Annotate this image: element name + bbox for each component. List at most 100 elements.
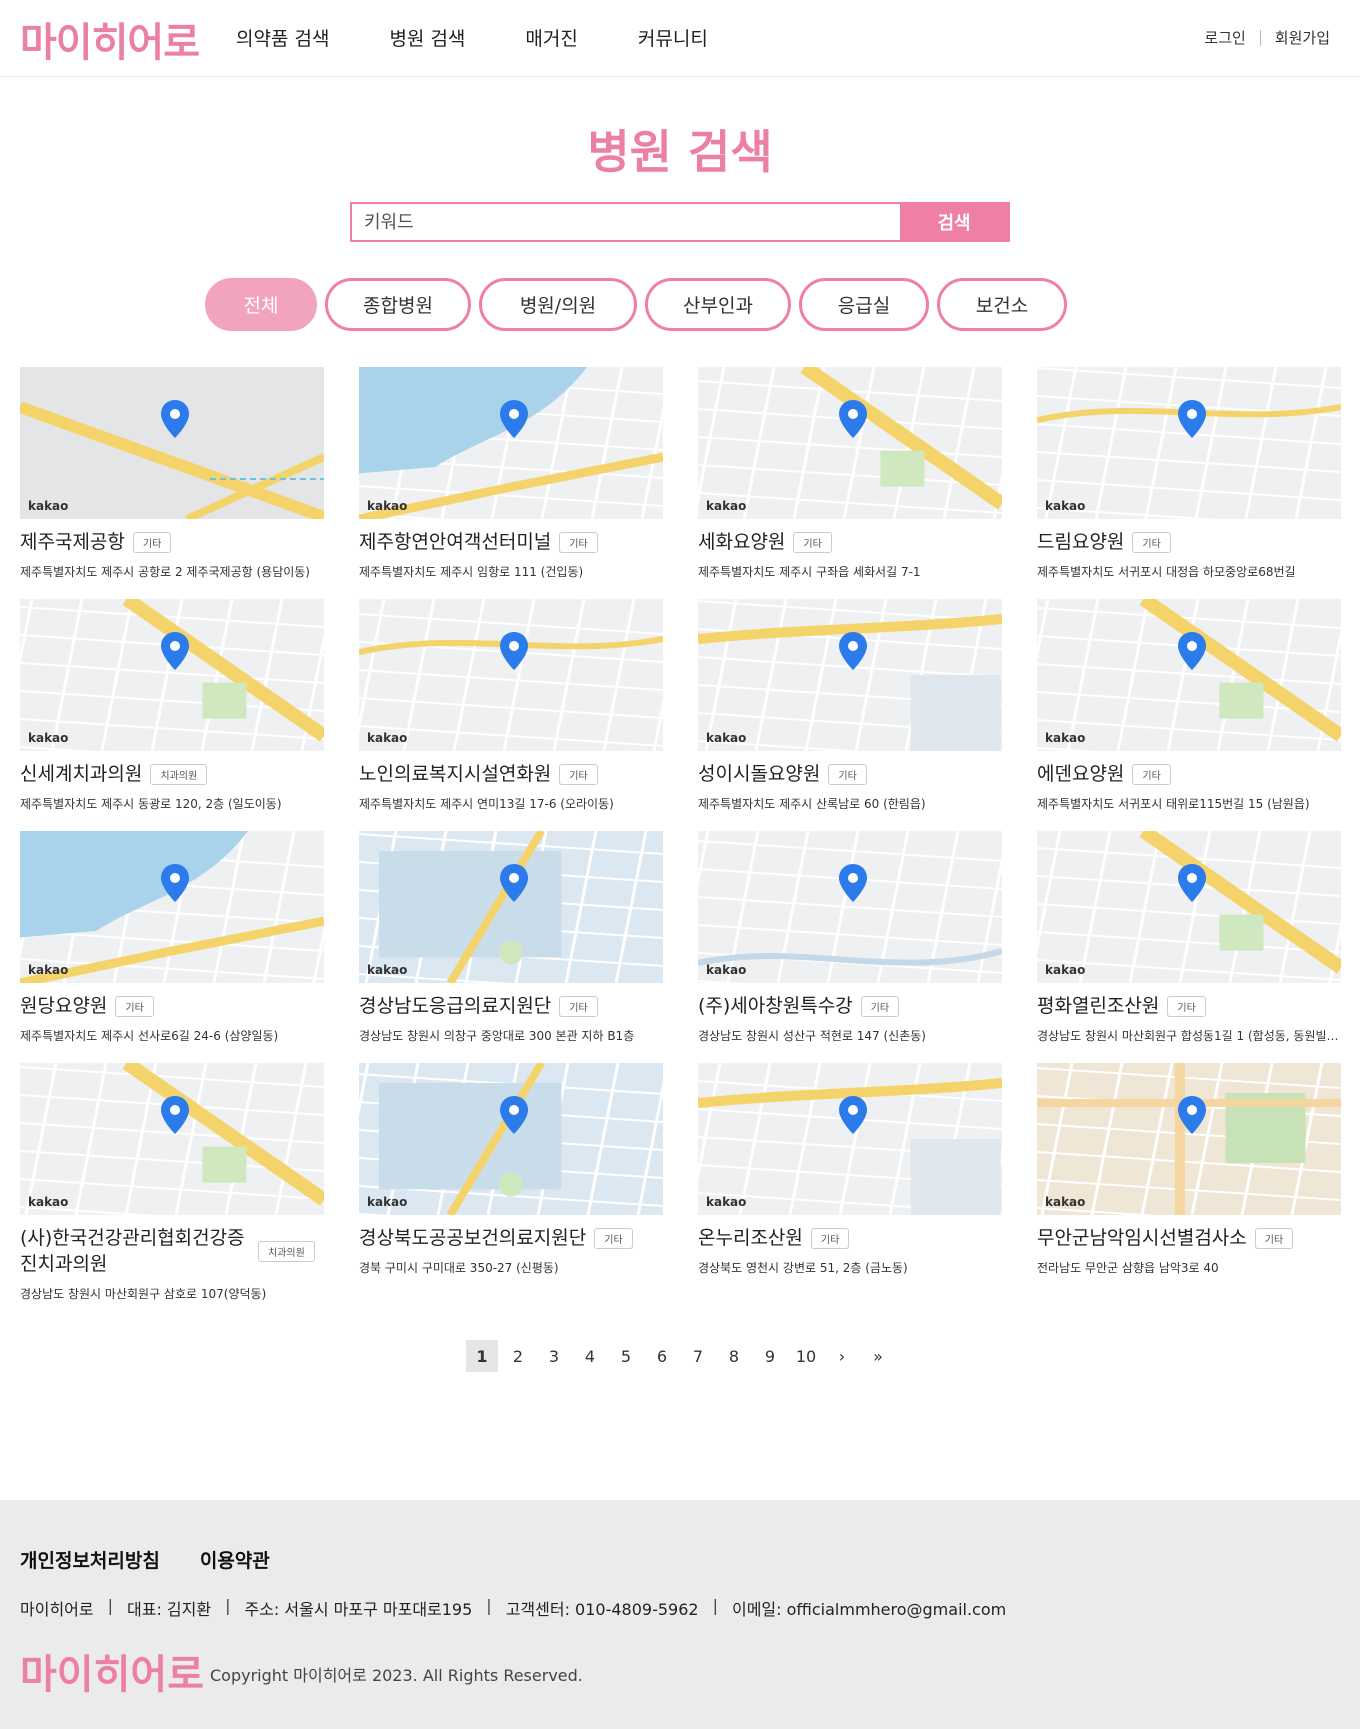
nav-medicine-search[interactable]: 의약품 검색 bbox=[236, 24, 329, 51]
map-pin-icon bbox=[1178, 864, 1206, 902]
map-thumbnail[interactable]: kakao bbox=[20, 1063, 324, 1215]
hospital-card[interactable]: kakao 무안군남악임시선별검사소 기타 전라남도 무안군 삼향읍 남악3로 40 bbox=[1037, 1063, 1341, 1295]
hospital-name[interactable]: 평화열린조산원 bbox=[1037, 993, 1159, 1019]
search-button[interactable]: 검색 bbox=[900, 204, 1008, 240]
hospital-card[interactable]: kakao 경상남도응급의료지원단 기타 경상남도 창원시 의창구 중앙대로 300 … bbox=[359, 831, 663, 1063]
map-thumbnail[interactable]: kakao bbox=[359, 831, 663, 983]
hospital-card[interactable]: kakao 제주국제공항 기타 제주특별자치도 제주시 공항로 2 제주국제공항 (용… bbox=[20, 367, 324, 599]
page-4[interactable]: 4 bbox=[574, 1340, 606, 1372]
page-title: 병원 검색 bbox=[587, 125, 773, 179]
map-pin-icon bbox=[500, 632, 528, 670]
category-badge: 기타 bbox=[1254, 1227, 1294, 1249]
company-info-item: 주소: 서울시 마포구 마포대로195 bbox=[244, 1600, 473, 1619]
hospital-name[interactable]: (사)한국건강관리협회건강증진치과의원 bbox=[20, 1225, 250, 1277]
hospital-name[interactable]: 경상남도응급의료지원단 bbox=[359, 993, 551, 1019]
category-badge: 기타 bbox=[594, 1227, 633, 1249]
page-2[interactable]: 2 bbox=[502, 1340, 534, 1372]
last-page-icon[interactable]: » bbox=[862, 1340, 894, 1372]
page-7[interactable]: 7 bbox=[682, 1340, 714, 1372]
nav-magazine[interactable]: 매거진 bbox=[525, 24, 577, 51]
hospital-card[interactable]: kakao 원당요양원 기타 제주특별자치도 제주시 선사로6길 24-6 (삼양일동… bbox=[20, 831, 324, 1063]
map-thumbnail[interactable]: kakao bbox=[1037, 599, 1341, 751]
map-thumbnail[interactable]: kakao bbox=[698, 599, 1002, 751]
card-title-row: 경상남도응급의료지원단 기타 bbox=[359, 993, 663, 1019]
map-pin-icon bbox=[500, 400, 528, 438]
page-6[interactable]: 6 bbox=[646, 1340, 678, 1372]
map-thumbnail[interactable]: kakao bbox=[698, 831, 1002, 983]
hospital-card[interactable]: kakao 평화열린조산원 기타 경상남도 창원시 마산회원구 합성동1길 1 (합성… bbox=[1037, 831, 1341, 1063]
hospital-card[interactable]: kakao 에덴요양원 기타 제주특별자치도 서귀포시 태위로115번길 15 (남원… bbox=[1037, 599, 1341, 831]
login-link[interactable]: 로그인 bbox=[1204, 27, 1245, 48]
privacy-policy-link[interactable]: 개인정보처리방침 bbox=[20, 1546, 160, 1573]
company-info-item: 마이히어로 bbox=[20, 1600, 94, 1619]
map-thumbnail[interactable]: kakao bbox=[359, 599, 663, 751]
map-thumbnail[interactable]: kakao bbox=[20, 599, 324, 751]
logo[interactable]: 마이히어로 bbox=[20, 10, 200, 68]
card-title-row: 신세계치과의원 치과의원 bbox=[20, 761, 324, 787]
info-divider: | bbox=[107, 1596, 113, 1615]
site-header: 마이히어로 의약품 검색 병원 검색 매거진 커뮤니티 로그인 회원가입 bbox=[0, 0, 1360, 77]
hospital-name[interactable]: 노인의료복지시설연화원 bbox=[359, 761, 551, 787]
filter-4[interactable]: 응급실 bbox=[799, 278, 929, 331]
hospital-name[interactable]: 무안군남악임시선별검사소 bbox=[1037, 1225, 1247, 1251]
filter-2[interactable]: 병원/의원 bbox=[479, 278, 637, 331]
hospital-card[interactable]: kakao 제주항연안여객선터미널 기타 제주특별자치도 제주시 임항로 111 (건… bbox=[359, 367, 663, 599]
hospital-address: 경상남도 창원시 마산회원구 삼호로 107(양덕동) bbox=[20, 1287, 267, 1301]
hospital-name[interactable]: 세화요양원 bbox=[698, 529, 785, 555]
map-thumbnail[interactable]: kakao bbox=[698, 367, 1002, 519]
map-thumbnail[interactable]: kakao bbox=[1037, 831, 1341, 983]
nav-community[interactable]: 커뮤니티 bbox=[638, 24, 708, 51]
page-3[interactable]: 3 bbox=[538, 1340, 570, 1372]
signup-link[interactable]: 회원가입 bbox=[1275, 27, 1330, 48]
map-provider-label: kakao bbox=[1045, 1195, 1086, 1209]
map-thumbnail[interactable]: kakao bbox=[20, 367, 324, 519]
hospital-card[interactable]: kakao (주)세아창원특수강 기타 경상남도 창원시 성산구 적현로 147 (신… bbox=[698, 831, 1002, 1063]
filter-1[interactable]: 종합병원 bbox=[325, 278, 471, 331]
hospital-name[interactable]: 에덴요양원 bbox=[1037, 761, 1124, 787]
filter-0[interactable]: 전체 bbox=[205, 278, 317, 331]
hospital-card[interactable]: kakao 드림요양원 기타 제주특별자치도 서귀포시 대정읍 하모중앙로68번길 bbox=[1037, 367, 1341, 599]
map-thumbnail[interactable]: kakao bbox=[359, 367, 663, 519]
map-thumbnail[interactable]: kakao bbox=[698, 1063, 1002, 1215]
hospital-card[interactable]: kakao 신세계치과의원 치과의원 제주특별자치도 제주시 동광로 120, 2층 … bbox=[20, 599, 324, 831]
hospital-name[interactable]: 드림요양원 bbox=[1037, 529, 1124, 555]
page-1[interactable]: 1 bbox=[466, 1340, 498, 1372]
hospital-card[interactable]: kakao (사)한국건강관리협회건강증진치과의원 치과의원 경상남도 창원시 마산회… bbox=[20, 1063, 324, 1301]
page-9[interactable]: 9 bbox=[754, 1340, 786, 1372]
hospital-name[interactable]: 원당요양원 bbox=[20, 993, 107, 1019]
map-pin-icon bbox=[839, 1096, 867, 1134]
hospital-card[interactable]: kakao 온누리조산원 기타 경상북도 영천시 강변로 51, 2층 (금노동) bbox=[698, 1063, 1002, 1295]
hospital-name[interactable]: 신세계치과의원 bbox=[20, 761, 142, 787]
hospital-card[interactable]: kakao 세화요양원 기타 제주특별자치도 제주시 구좌읍 세화서길 7-1 bbox=[698, 367, 1002, 599]
page-10[interactable]: 10 bbox=[790, 1340, 822, 1372]
category-badge: 기타 bbox=[860, 995, 900, 1017]
category-badge: 기타 bbox=[559, 995, 598, 1017]
hospital-name[interactable]: (주)세아창원특수강 bbox=[698, 993, 853, 1019]
map-provider-label: kakao bbox=[367, 963, 408, 977]
keyword-search-input[interactable] bbox=[352, 204, 900, 240]
page-5[interactable]: 5 bbox=[610, 1340, 642, 1372]
category-badge: 기타 bbox=[115, 995, 154, 1017]
terms-link[interactable]: 이용약관 bbox=[200, 1546, 270, 1573]
filter-5[interactable]: 보건소 bbox=[937, 278, 1067, 331]
hospital-name[interactable]: 제주항연안여객선터미널 bbox=[359, 529, 551, 555]
map-thumbnail[interactable]: kakao bbox=[1037, 367, 1341, 519]
hospital-card[interactable]: kakao 성이시돌요양원 기타 제주특별자치도 제주시 산록남로 60 (한림읍) bbox=[698, 599, 1002, 831]
hospital-name[interactable]: 제주국제공항 bbox=[20, 529, 125, 555]
hospital-name[interactable]: 성이시돌요양원 bbox=[698, 761, 820, 787]
filter-3[interactable]: 산부인과 bbox=[645, 278, 791, 331]
hospital-card[interactable]: kakao 노인의료복지시설연화원 기타 제주특별자치도 제주시 연미13길 17-6… bbox=[359, 599, 663, 831]
map-thumbnail[interactable]: kakao bbox=[359, 1063, 663, 1215]
hospital-name[interactable]: 경상북도공공보건의료지원단 bbox=[359, 1225, 586, 1251]
map-provider-label: kakao bbox=[28, 731, 69, 745]
nav-hospital-search[interactable]: 병원 검색 bbox=[389, 24, 465, 51]
next-page-icon[interactable]: › bbox=[826, 1340, 858, 1372]
footer-links: 개인정보처리방침 이용약관 bbox=[20, 1546, 310, 1573]
hospital-name[interactable]: 온누리조산원 bbox=[698, 1225, 803, 1251]
map-thumbnail[interactable]: kakao bbox=[1037, 1063, 1341, 1215]
hospital-card[interactable]: kakao 경상북도공공보건의료지원단 기타 경북 구미시 구미대로 350-27 (… bbox=[359, 1063, 663, 1295]
map-pin-icon bbox=[839, 864, 867, 902]
map-thumbnail[interactable]: kakao bbox=[20, 831, 324, 983]
category-filters: 전체 종합병원 병원/의원 산부인과 응급실 보건소 bbox=[205, 278, 1075, 331]
page-8[interactable]: 8 bbox=[718, 1340, 750, 1372]
